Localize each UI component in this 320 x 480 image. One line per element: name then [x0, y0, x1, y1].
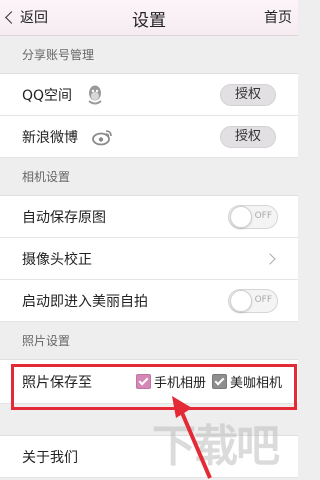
qq-penguin-icon	[86, 85, 104, 105]
row-calibrate[interactable]: 摄像头校正	[0, 238, 298, 280]
section-photo: 照片设置	[0, 322, 298, 360]
autosave-toggle[interactable]: OFF	[228, 205, 278, 229]
about-label: 关于我们	[22, 449, 78, 466]
weibo-icon	[92, 128, 114, 146]
autosave-label: 自动保存原图	[22, 209, 106, 226]
toggle-knob	[230, 290, 252, 312]
row-weibo: 新浪微博 授权	[0, 116, 298, 158]
toggle-state: OFF	[254, 295, 272, 305]
selfie-label: 启动即进入美丽自拍	[22, 293, 148, 310]
qq-authorize-button[interactable]: 授权	[220, 84, 276, 106]
annotation-arrow-icon	[172, 396, 212, 479]
highlight-box	[11, 364, 297, 410]
row-autosave: 自动保存原图 OFF	[0, 196, 298, 238]
calibrate-label: 摄像头校正	[22, 251, 92, 268]
weibo-label: 新浪微博	[22, 129, 78, 146]
page-title: 设置	[132, 11, 166, 31]
home-button[interactable]: 首页	[264, 7, 292, 27]
selfie-toggle[interactable]: OFF	[228, 289, 278, 313]
section-camera: 相机设置	[0, 158, 298, 196]
nav-bar: 返回 设置 首页	[0, 0, 298, 36]
toggle-state: OFF	[254, 211, 272, 221]
qq-label: QQ空间	[22, 87, 73, 104]
chevron-right-icon	[264, 253, 276, 265]
weibo-authorize-button[interactable]: 授权	[220, 126, 276, 148]
toggle-knob	[230, 206, 252, 228]
row-selfie: 启动即进入美丽自拍 OFF	[0, 280, 298, 322]
section-share: 分享账号管理	[0, 36, 298, 74]
row-qq: QQ空间 授权	[0, 74, 298, 116]
